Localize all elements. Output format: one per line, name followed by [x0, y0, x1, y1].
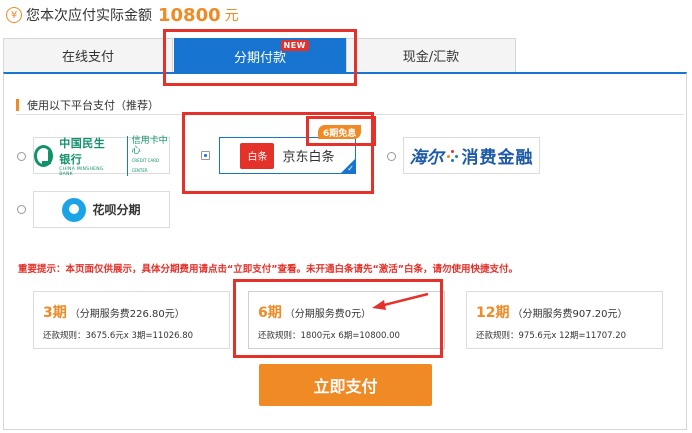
- huabei-logo: 花呗分期: [62, 197, 141, 222]
- plan-periods: 3期: [43, 305, 67, 321]
- huabei-logo-icon: [62, 197, 87, 222]
- section-marker: [16, 98, 19, 111]
- amount-value: 10800: [158, 4, 221, 26]
- jd-baitiao-name: 京东白条: [282, 150, 335, 165]
- huabei-name: 花呗分期: [92, 203, 141, 217]
- cmbc-radio[interactable]: [17, 152, 26, 161]
- plan-rule: 还款规则：1800元x 6期=10800.00: [258, 331, 400, 341]
- tab-cash-remittance[interactable]: 现金/汇款: [346, 38, 516, 72]
- yen-icon: ¥: [6, 7, 22, 23]
- plan-rule: 还款规则：975.6元x 12期=11707.20: [476, 331, 627, 341]
- plan-fee: （分期服务费907.20元）: [512, 309, 628, 320]
- cmbc-name-en: CHINA MINSHENG BANK: [59, 166, 104, 177]
- cmbc-logo-icon: [34, 144, 54, 167]
- new-badge: NEW: [280, 40, 309, 51]
- tab-installment[interactable]: 分期付款 NEW: [174, 38, 346, 74]
- tab-label: 分期付款: [233, 51, 286, 66]
- amount-unit: 元: [224, 8, 239, 24]
- selected-check-icon: ✓: [341, 159, 355, 173]
- plan-periods: 12期: [476, 305, 510, 321]
- haier-logo: 海尔 消费金融: [410, 143, 534, 168]
- huabei-radio[interactable]: [17, 205, 26, 214]
- cmbc-card-cn: 信用卡中心: [131, 135, 168, 156]
- tab-label: 在线支付: [61, 50, 114, 65]
- jd-radio[interactable]: [201, 151, 210, 160]
- plan-3-periods[interactable]: 3期 （分期服务费226.80元） 还款规则：3675.6元x 3期=11026.…: [33, 291, 230, 349]
- platform-section-title: 使用以下平台支付（推荐）: [16, 95, 684, 115]
- baitiao-logo-icon: 白条: [240, 142, 275, 169]
- important-notice: 重要提示：本页面仅供展示，具体分期费用请点击“立即支付”查看。未开通白条请先“激…: [18, 264, 518, 275]
- haier-radio[interactable]: [387, 152, 396, 161]
- tab-label: 现金/汇款: [402, 50, 460, 65]
- tab-online-payment[interactable]: 在线支付: [3, 38, 173, 72]
- annotation-arrow-icon: [372, 292, 429, 310]
- plan-12-periods[interactable]: 12期 （分期服务费907.20元） 还款规则：975.6元x 12期=11707…: [466, 291, 663, 349]
- plan-fee: （分期服务费0元）: [284, 309, 372, 320]
- cmbc-logo: 中国民生银行 CHINA MINSHENG BANK 信用卡中心 CREDIT …: [34, 135, 169, 177]
- jd-logo: 白条 京东白条: [240, 142, 335, 169]
- cmbc-card-en: CREDIT CARD CENTER: [131, 157, 160, 173]
- section-title-text: 使用以下平台支付（推荐）: [27, 98, 159, 112]
- platform-haier-consumer-finance[interactable]: 海尔 消费金融: [403, 137, 540, 174]
- haier-star-icon: [446, 149, 459, 162]
- haier-script-logo: 海尔: [409, 148, 444, 168]
- platform-cmbc[interactable]: 中国民生银行 CHINA MINSHENG BANK 信用卡中心 CREDIT …: [33, 135, 170, 177]
- plan-periods: 6期: [258, 305, 282, 321]
- plan-fee: （分期服务费226.80元）: [69, 309, 185, 320]
- platform-huabei[interactable]: 花呗分期: [33, 191, 170, 228]
- payment-header: ¥ 您本次应付实际金额 10800 元: [6, 4, 239, 26]
- amount-label: 您本次应付实际金额: [26, 8, 152, 24]
- pay-now-button[interactable]: 立即支付: [259, 364, 432, 406]
- plan-rule: 还款规则：3675.6元x 3期=11026.80: [43, 331, 194, 341]
- cmbc-card-center: 信用卡中心 CREDIT CARD CENTER: [126, 135, 169, 176]
- interest-free-badge: 6期免息: [318, 125, 362, 139]
- cmbc-name-cn: 中国民生银行: [59, 136, 106, 166]
- haier-finance-name: 消费金融: [461, 148, 534, 168]
- platform-jd-baitiao[interactable]: 白条 京东白条 ✓: [219, 137, 356, 174]
